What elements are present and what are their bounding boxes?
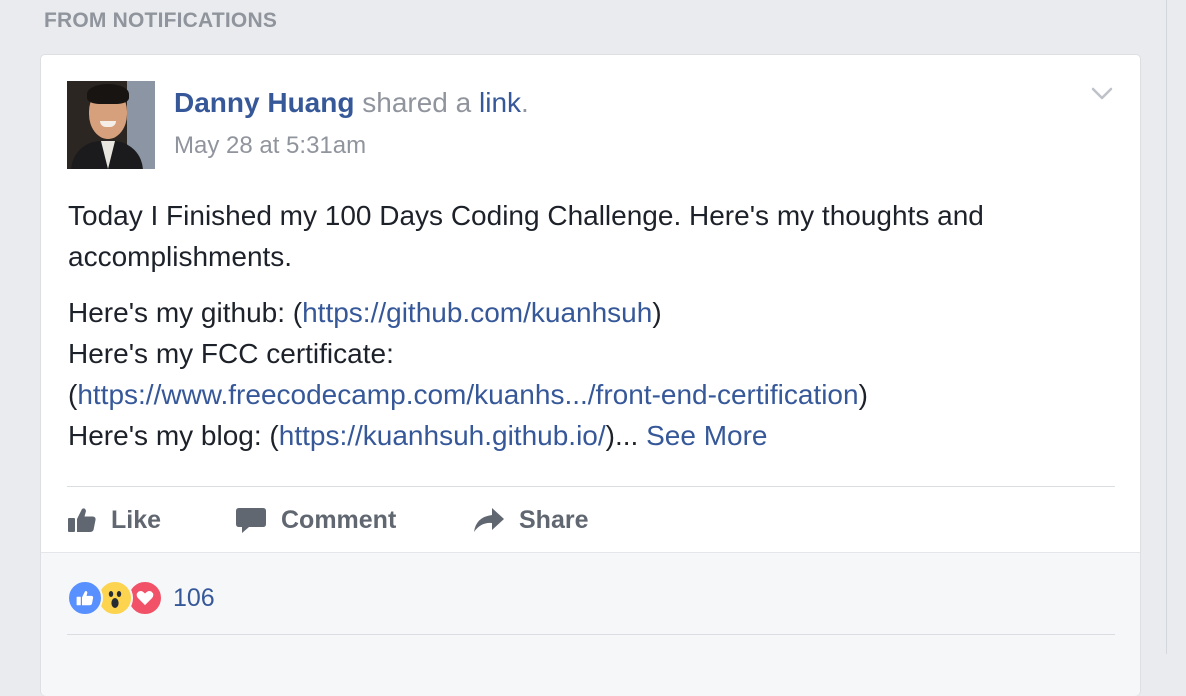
like-reaction-icon xyxy=(67,580,103,616)
post-paragraph: Today I Finished my 100 Days Coding Chal… xyxy=(68,200,984,272)
fcc-open: ( xyxy=(68,379,78,410)
speech-bubble-icon xyxy=(236,508,266,533)
comment-label: Comment xyxy=(281,505,397,534)
blog-prefix: Here's my blog: ( xyxy=(68,420,279,451)
share-button[interactable]: Share xyxy=(473,498,588,542)
share-label: Share xyxy=(519,505,589,534)
see-more-link[interactable]: See More xyxy=(646,420,767,451)
shared-link-link[interactable]: link xyxy=(479,87,521,118)
fcc-close: ) xyxy=(858,379,868,410)
blog-link[interactable]: https://kuanhsuh.github.io/ xyxy=(279,420,606,451)
actions-divider xyxy=(67,486,1115,487)
github-link[interactable]: https://github.com/kuanhsuh xyxy=(302,297,652,328)
author-avatar[interactable] xyxy=(67,81,155,169)
github-suffix: ) xyxy=(652,297,662,328)
post-card: Danny Huang shared a link. May 28 at 5:3… xyxy=(40,54,1141,696)
share-arrow-icon xyxy=(474,508,504,532)
blog-suffix: )... xyxy=(605,420,639,451)
thumbs-up-icon xyxy=(68,508,96,532)
footer-divider xyxy=(67,634,1115,635)
like-label: Like xyxy=(111,505,162,534)
chevron-down-icon[interactable] xyxy=(1091,87,1113,101)
section-label: FROM NOTIFICATIONS xyxy=(44,9,278,32)
page-edge-divider xyxy=(1166,0,1167,654)
reactions-summary[interactable]: 106 xyxy=(67,580,215,616)
post-header: Danny Huang shared a link. xyxy=(174,87,529,119)
action-text: shared a xyxy=(362,87,472,118)
like-button[interactable]: Like xyxy=(67,498,161,542)
fcc-prefix: Here's my FCC certificate: xyxy=(68,338,394,369)
comment-button[interactable]: Comment xyxy=(235,498,396,542)
post-timestamp[interactable]: May 28 at 5:31am xyxy=(174,132,366,160)
reaction-count[interactable]: 106 xyxy=(173,584,215,613)
post-actions-bar: Like Comment Share xyxy=(67,498,1115,542)
post-links-paragraph: Here's my github: (https://github.com/ku… xyxy=(68,292,1108,456)
fcc-certificate-link[interactable]: https://www.freecodecamp.com/kuanhs.../f… xyxy=(77,379,858,410)
post-body: Today I Finished my 100 Days Coding Chal… xyxy=(68,195,1108,471)
github-prefix: Here's my github: ( xyxy=(68,297,303,328)
author-name-link[interactable]: Danny Huang xyxy=(174,87,354,118)
post-footer: 106 xyxy=(41,552,1140,696)
action-end: . xyxy=(521,87,529,118)
